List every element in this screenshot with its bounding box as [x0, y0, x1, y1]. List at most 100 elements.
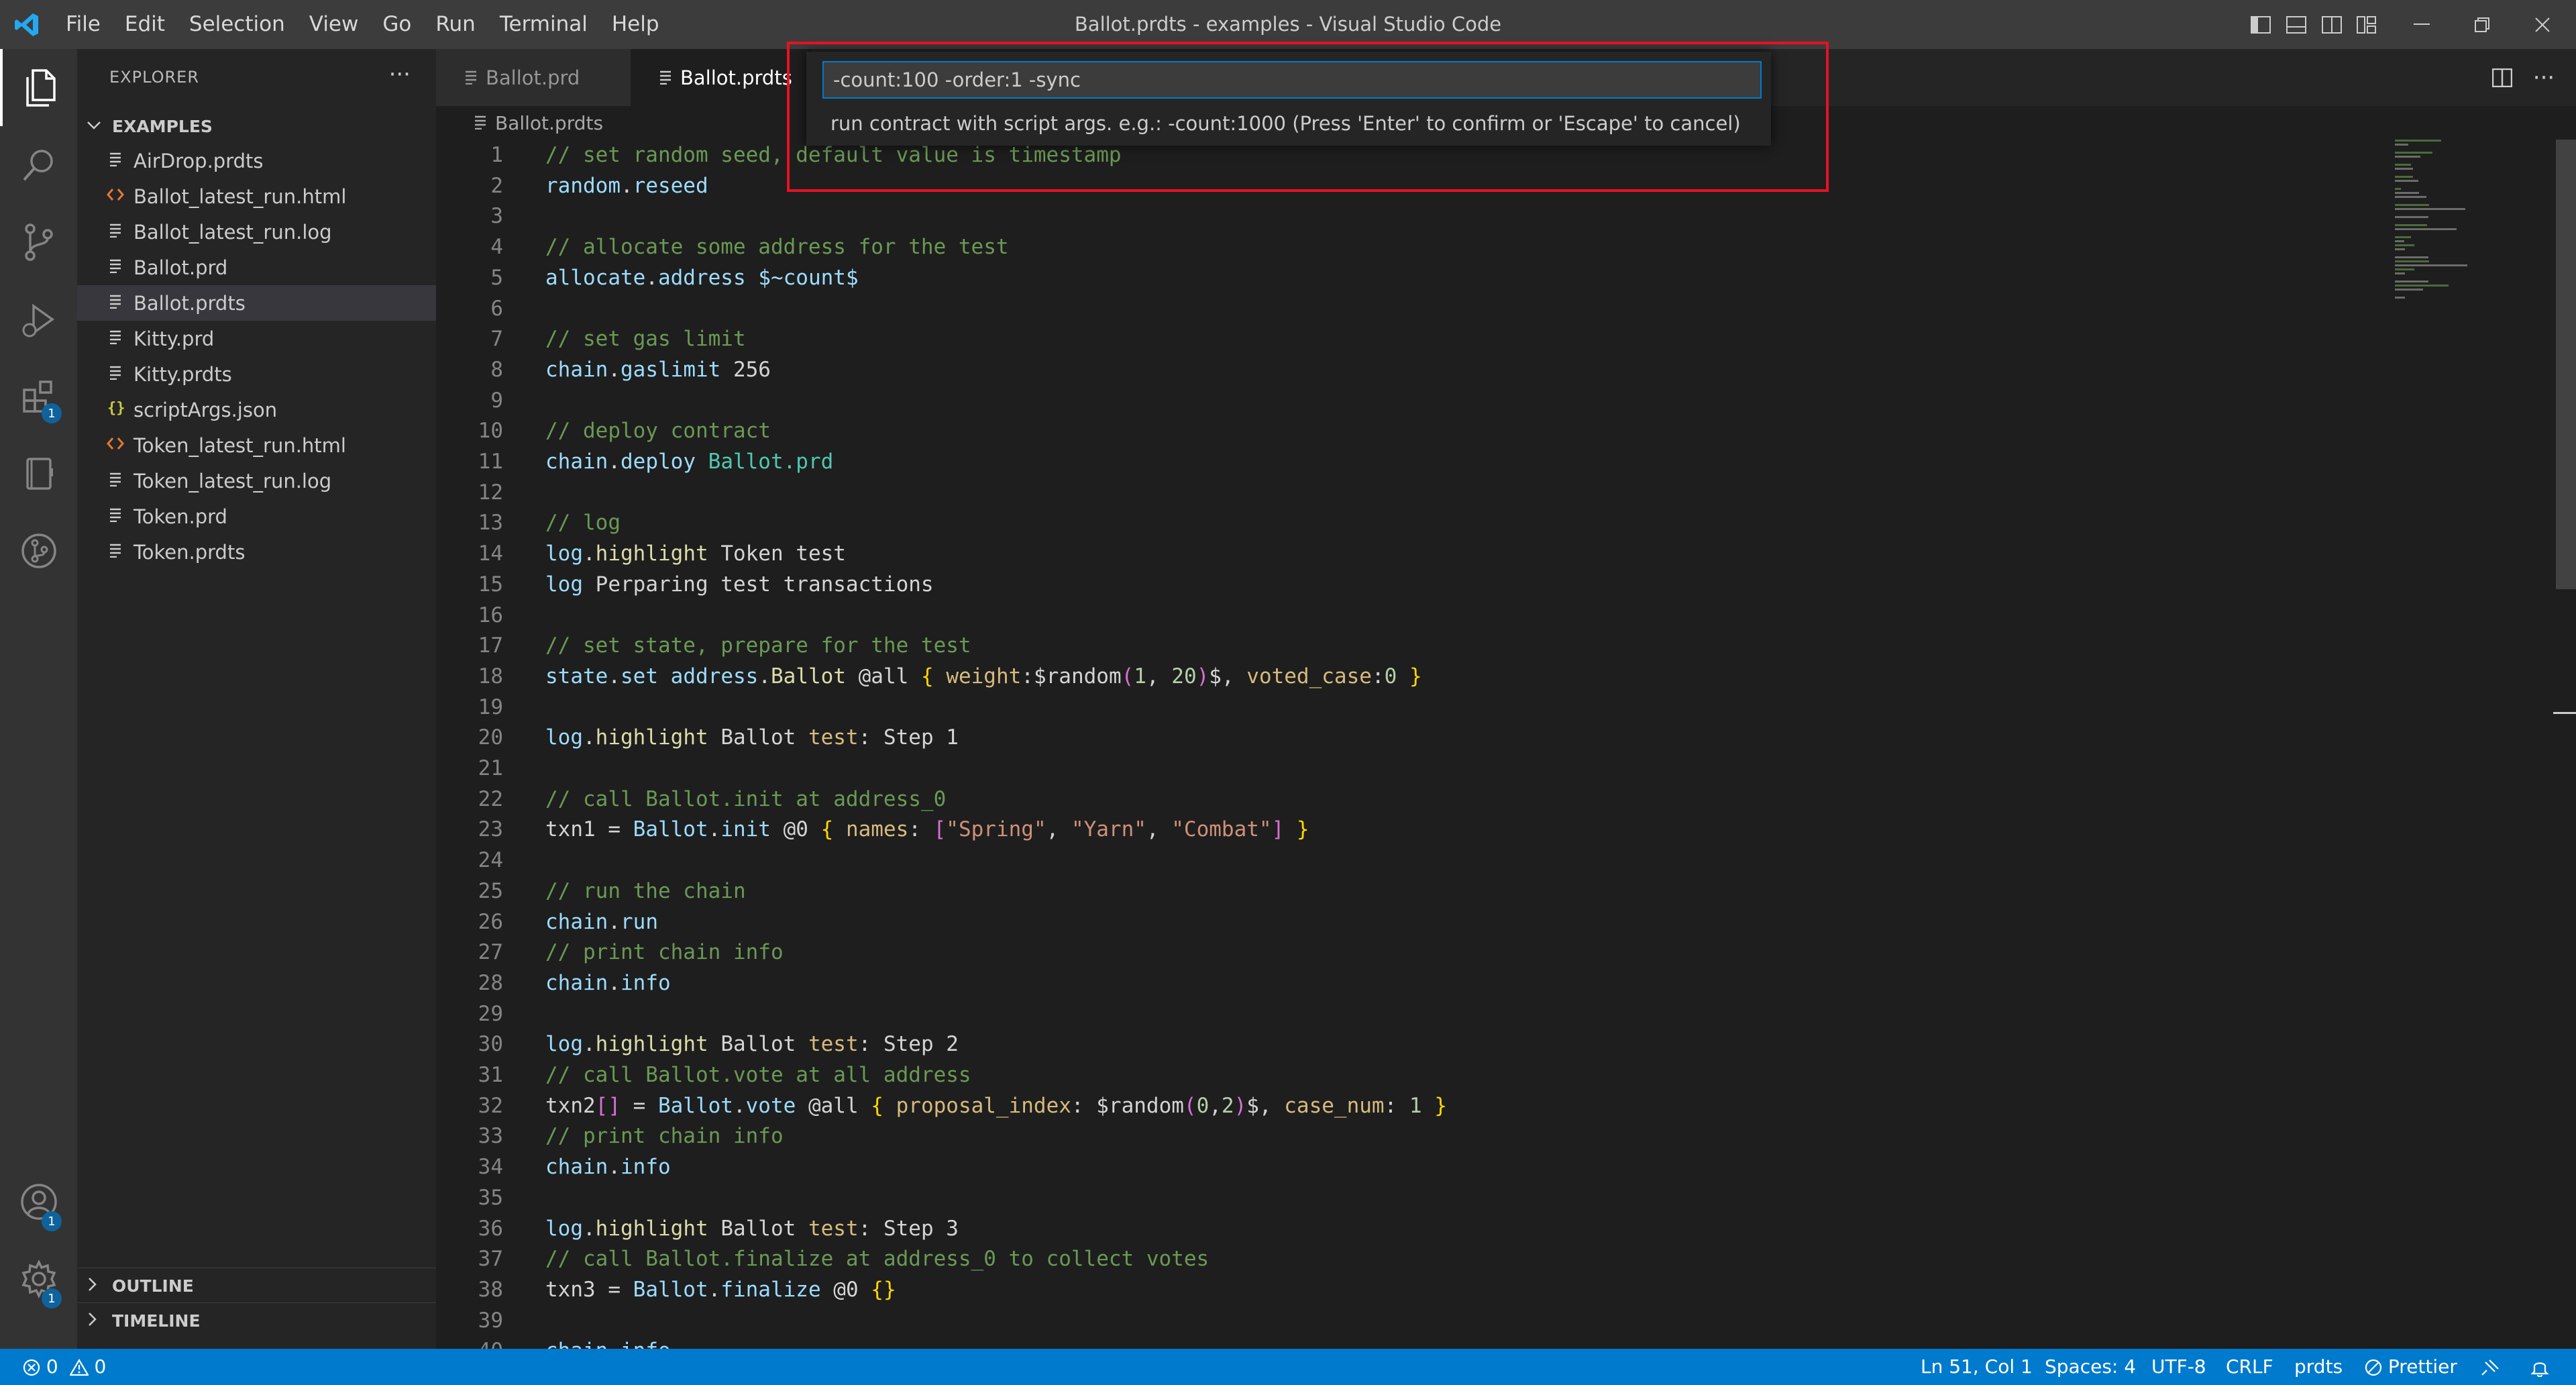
file-item[interactable]: Ballot_latest_run.log: [77, 214, 436, 250]
code-line: 40 chain.info: [436, 1335, 2542, 1349]
code-line: 29: [436, 998, 2542, 1029]
toggle-secondary-sidebar-icon[interactable]: [2318, 0, 2345, 49]
code-token: $,: [1209, 664, 1247, 688]
menu-help[interactable]: Help: [600, 0, 672, 49]
explorer-icon[interactable]: [0, 49, 80, 126]
language-mode[interactable]: prdts: [2294, 1349, 2343, 1385]
code-token: .: [608, 450, 621, 474]
menu-run[interactable]: Run: [423, 0, 487, 49]
code-token: @0: [820, 1277, 871, 1302]
code-token: log: [545, 572, 583, 597]
menu-file[interactable]: File: [54, 0, 113, 49]
file-item[interactable]: Ballot.prd: [77, 250, 436, 285]
menu-terminal[interactable]: Terminal: [488, 0, 600, 49]
file-item[interactable]: Kitty.prdts: [77, 356, 436, 392]
file-item[interactable]: {} scriptArgs.json: [77, 392, 436, 427]
line-number: 9: [490, 388, 503, 413]
settings-gear-icon[interactable]: 1: [0, 1240, 77, 1317]
notebook-icon[interactable]: [0, 435, 77, 512]
search-icon[interactable]: [0, 126, 77, 203]
prettier-status[interactable]: Prettier: [2365, 1349, 2457, 1385]
file-item[interactable]: Token_latest_run.html: [77, 427, 436, 463]
timeline-section[interactable]: TIMELINE: [77, 1302, 436, 1338]
file-item[interactable]: AirDrop.prdts: [77, 143, 436, 178]
code-token: // call Ballot.init at address_0: [545, 786, 947, 811]
editor-scrollbar[interactable]: [2553, 140, 2576, 1349]
code-line: 10 // deploy contract: [436, 415, 2542, 446]
file-item[interactable]: Ballot_latest_run.html: [77, 178, 436, 214]
code-token: reseed: [633, 173, 708, 198]
encoding-status[interactable]: UTF-8: [2151, 1349, 2206, 1385]
line-number: 15: [478, 572, 503, 597]
accounts-icon[interactable]: 1: [0, 1163, 77, 1240]
feedback-icon[interactable]: [2480, 1349, 2500, 1385]
split-editor-icon[interactable]: [2482, 54, 2522, 101]
code-token: Ballot: [708, 725, 808, 750]
tab-ballot-prdts[interactable]: Ballot.prdts: [631, 49, 812, 106]
close-icon[interactable]: [2522, 0, 2563, 49]
toggle-panel-icon[interactable]: [2283, 0, 2310, 49]
scroll-cursor-marker: [2553, 712, 2576, 714]
minimap-line: [2395, 297, 2405, 299]
prettier-check-icon: [2365, 1355, 2388, 1378]
cursor-position[interactable]: Ln 51, Col 1: [1921, 1349, 2033, 1385]
indentation-status[interactable]: Spaces: 4: [2045, 1349, 2136, 1385]
problems-status[interactable]: 0 0: [23, 1349, 106, 1385]
line-number: 27: [478, 940, 503, 965]
source-control-icon[interactable]: [0, 203, 77, 280]
code-editor[interactable]: 1// set random seed, default value is ti…: [436, 140, 2542, 1349]
menu-edit[interactable]: Edit: [113, 0, 177, 49]
git-graph-icon[interactable]: [0, 512, 77, 589]
code-token: :$random: [1021, 664, 1122, 688]
code-line: 20 log.highlight Ballot test: Step 1: [436, 722, 2542, 753]
file-lines-icon: [659, 66, 672, 89]
code-token: }: [1409, 664, 1422, 688]
code-token: []: [595, 1093, 621, 1118]
menu-go[interactable]: Go: [370, 0, 423, 49]
restore-icon[interactable]: [2462, 0, 2502, 49]
folder-header-examples[interactable]: EXAMPLES: [77, 109, 436, 143]
code-line: 24: [436, 845, 2542, 876]
eol-status[interactable]: CRLF: [2226, 1349, 2273, 1385]
menu-selection[interactable]: Selection: [177, 0, 297, 49]
file-lines-icon: [105, 151, 125, 171]
code-token: $~count$: [758, 265, 859, 290]
code-token: 1: [1409, 1093, 1422, 1118]
file-item[interactable]: Token_latest_run.log: [77, 463, 436, 499]
code-token: : Step 1: [858, 725, 959, 750]
line-number: 30: [478, 1032, 503, 1057]
editor-more-actions-icon[interactable]: ···: [2524, 54, 2564, 101]
breadcrumb-file[interactable]: Ballot.prdts: [495, 112, 603, 134]
tab-ballot-prd[interactable]: Ballot.prd: [436, 49, 631, 106]
line-number: 25: [478, 878, 503, 903]
line-number: 24: [478, 848, 503, 873]
run-and-debug-icon[interactable]: [0, 280, 77, 358]
code-line: 25 // run the chain: [436, 876, 2542, 907]
minimap-line: [2395, 192, 2419, 194]
extensions-icon[interactable]: 1: [0, 358, 77, 435]
scroll-thumb[interactable]: [2556, 140, 2576, 589]
line-number: 19: [478, 695, 503, 719]
customize-layout-icon[interactable]: [2353, 0, 2380, 49]
file-lines-icon: [105, 471, 125, 491]
file-item[interactable]: Token.prdts: [77, 534, 436, 570]
toggle-sidebar-icon[interactable]: [2247, 0, 2274, 49]
line-number: 1: [490, 143, 503, 167]
code-token: names: [845, 817, 909, 842]
notifications-bell-icon[interactable]: [2530, 1349, 2549, 1385]
file-item[interactable]: Ballot.prdts: [77, 285, 436, 321]
menu-view[interactable]: View: [297, 0, 371, 49]
line-number: 4: [490, 235, 503, 260]
minimap[interactable]: [2388, 140, 2549, 341]
outline-section[interactable]: OUTLINE: [77, 1268, 436, 1303]
code-text: log Perparing test transactions: [545, 569, 934, 600]
minimap-line: [2395, 164, 2411, 166]
more-actions-button[interactable]: ···: [389, 61, 411, 88]
file-item[interactable]: Kitty.prd: [77, 321, 436, 356]
code-token: "Spring": [946, 817, 1046, 842]
minimize-icon[interactable]: [2402, 0, 2442, 49]
minimap-line: [2395, 168, 2413, 170]
code-token: // log: [545, 511, 621, 535]
file-item[interactable]: Token.prd: [77, 499, 436, 534]
